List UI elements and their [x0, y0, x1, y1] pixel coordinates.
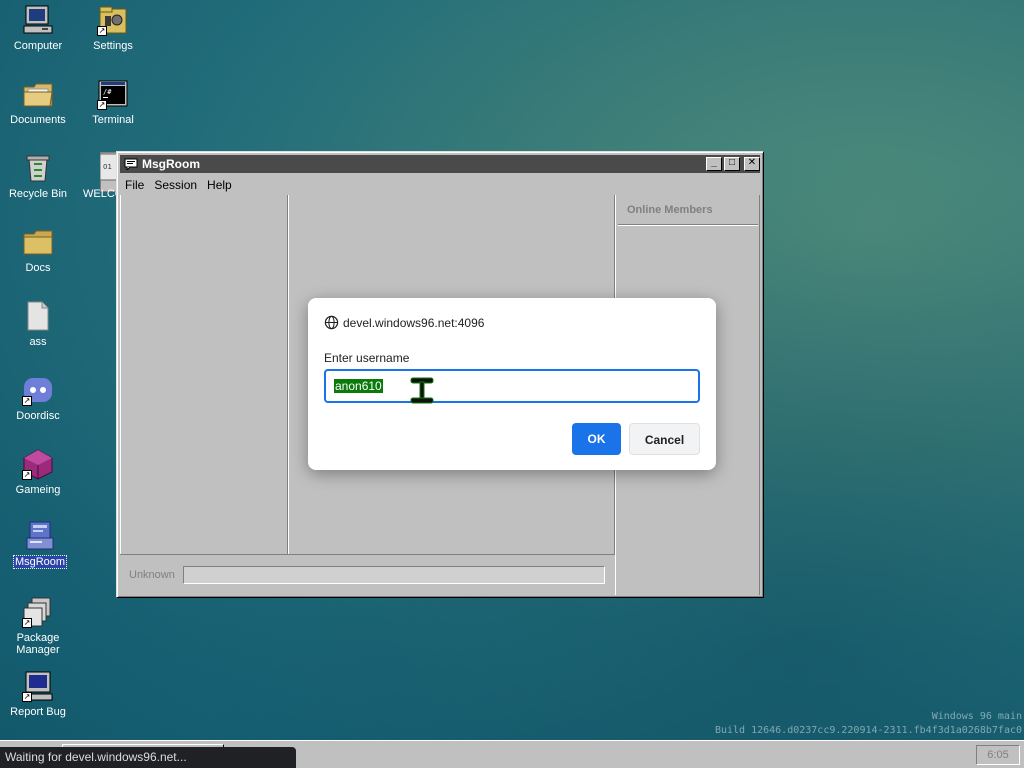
chat-bubble-icon [124, 158, 138, 173]
divider [120, 554, 615, 555]
documents-folder-icon [22, 78, 54, 110]
report-bug-icon: ↗ [22, 670, 54, 702]
desktop-icon-doordisc[interactable]: ↗ Doordisc [2, 374, 74, 422]
package-manager-icon: ↗ [22, 596, 54, 628]
shortcut-arrow-icon: ↗ [22, 396, 32, 406]
desktop-icon-gameing[interactable]: ↗ Gameing [2, 448, 74, 496]
desktop-icon-package-manager[interactable]: ↗ Package Manager [2, 596, 74, 656]
minimize-button[interactable]: _ [706, 157, 722, 171]
msgroom-icon [24, 520, 56, 552]
desktop-icon-computer[interactable]: Computer [2, 4, 74, 52]
desktop-icon-terminal[interactable]: /# ↗ Terminal [77, 78, 149, 126]
ok-button[interactable]: OK [572, 423, 621, 455]
cancel-button[interactable]: Cancel [629, 423, 700, 455]
gameing-icon: ↗ [22, 448, 54, 480]
menu-session[interactable]: Session [149, 175, 202, 195]
username-input-value: anon610 [334, 379, 383, 393]
watermark-line-2: Build 12646.d0237cc9.220914-2311.fb4f3d1… [714, 725, 1022, 736]
system-tray-clock: 6:05 [976, 745, 1020, 765]
desktop-icon-documents[interactable]: Documents [2, 78, 74, 126]
desktop-icon-ass[interactable]: ass [2, 300, 74, 348]
online-members-title: Online Members [627, 204, 713, 216]
recycle-bin-icon [22, 152, 54, 184]
shortcut-arrow-icon: ↗ [22, 618, 32, 628]
msgroom-titlebar[interactable]: MsgRoom _ □ ✕ [120, 155, 760, 173]
username-prompt-dialog: devel.windows96.net:4096 Enter username … [308, 298, 716, 470]
computer-icon [22, 4, 54, 36]
shortcut-arrow-icon: ↗ [22, 470, 32, 480]
menu-file[interactable]: File [120, 175, 149, 195]
dialog-origin: devel.windows96.net:4096 [324, 315, 484, 333]
desktop-icon-settings[interactable]: ↗ Settings [77, 4, 149, 52]
shortcut-arrow-icon: ↗ [22, 692, 32, 702]
message-input[interactable] [183, 566, 605, 584]
file-icon [22, 300, 54, 332]
desktop-icon-report-bug[interactable]: ↗ Report Bug [2, 670, 74, 718]
window-title: MsgRoom [142, 157, 200, 171]
doordisc-icon: ↗ [22, 374, 54, 406]
svg-text:/#: /# [103, 88, 112, 96]
close-button[interactable]: ✕ [744, 157, 760, 171]
divider [618, 224, 758, 226]
shortcut-arrow-icon: ↗ [97, 100, 107, 110]
username-input[interactable]: anon610 [324, 369, 700, 403]
text-cursor-icon [410, 377, 436, 408]
menu-help[interactable]: Help [202, 175, 237, 195]
nickname-label: Unknown [129, 569, 175, 581]
maximize-button[interactable]: □ [724, 157, 740, 171]
prompt-message: Enter username [324, 351, 410, 365]
build-watermark: Windows 96 main Build 12646.d0237cc9.220… [715, 710, 1022, 738]
svg-text:01: 01 [103, 163, 112, 171]
channel-pane[interactable] [120, 195, 288, 555]
shortcut-arrow-icon: ↗ [97, 26, 107, 36]
settings-icon: ↗ [97, 4, 129, 36]
watermark-line-1: Windows 96 main [931, 711, 1022, 722]
terminal-icon: /# ↗ [97, 78, 129, 110]
desktop-icon-recycle-bin[interactable]: Recycle Bin [2, 152, 74, 200]
globe-icon [324, 315, 339, 333]
desktop-icon-docs[interactable]: Docs [2, 226, 74, 274]
folder-icon [22, 226, 54, 258]
menubar: File Session Help [120, 175, 760, 195]
desktop-icon-msgroom[interactable]: MsgRoom [4, 520, 76, 569]
origin-text: devel.windows96.net:4096 [343, 316, 485, 331]
browser-status-bar: Waiting for devel.windows96.net... [0, 747, 296, 768]
